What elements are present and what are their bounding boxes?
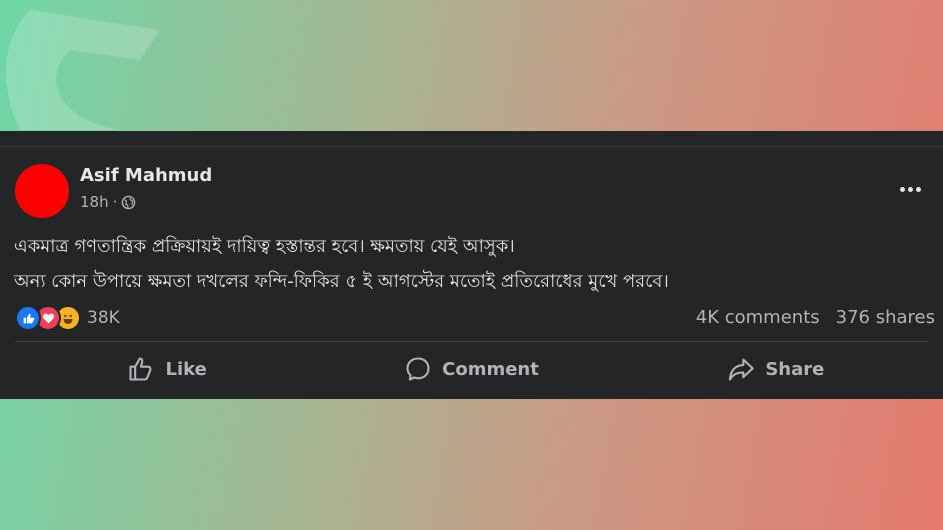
more-dot-icon: [899, 186, 905, 192]
background-logo-icon: [6, 10, 160, 130]
post-text-line-2: অন্য কোন উপায়ে ক্ষমতা দখলের ফন্দি-ফিকির…: [14, 271, 669, 292]
share-button[interactable]: Share: [624, 349, 928, 389]
facebook-post: Asif Mahmud 18h · একমাত্র গণতান্ত্রিক প্…: [0, 131, 943, 399]
engagement-counts: 4K comments 376 shares: [696, 307, 935, 328]
like-label: Like: [165, 358, 207, 380]
avatar[interactable]: [15, 164, 69, 218]
globe-icon[interactable]: [121, 195, 136, 210]
post-text-line-1: একমাত্র গণতান্ত্রিক প্রক্রিয়ায়ই দায়িত…: [14, 236, 515, 257]
post-meta: 18h ·: [80, 193, 136, 211]
share-icon: [729, 358, 755, 381]
author-name[interactable]: Asif Mahmud: [80, 165, 212, 186]
meta-separator: ·: [112, 193, 118, 211]
comment-button[interactable]: Comment: [319, 349, 623, 389]
more-dot-icon: [915, 186, 921, 192]
more-options-button[interactable]: [895, 179, 925, 199]
post-text: একমাত্র গণতান্ত্রিক প্রক্রিয়ায়ই দায়িত…: [14, 229, 923, 299]
comment-label: Comment: [442, 358, 539, 380]
comment-icon: [406, 357, 430, 381]
more-dot-icon: [907, 186, 913, 192]
comments-count[interactable]: 4K comments: [696, 307, 820, 328]
actions-divider: [15, 341, 928, 342]
like-button[interactable]: Like: [15, 349, 319, 389]
shares-count[interactable]: 376 shares: [836, 307, 935, 328]
post-actions: Like Comment Share: [15, 349, 928, 389]
like-reaction-icon: [15, 305, 41, 331]
reaction-count: 38K: [87, 308, 120, 328]
thumbs-up-icon: [129, 357, 153, 381]
share-label: Share: [765, 358, 825, 380]
reactions-summary[interactable]: 38K: [15, 305, 120, 331]
post-time[interactable]: 18h: [80, 193, 109, 211]
post-top-divider: [0, 146, 943, 147]
